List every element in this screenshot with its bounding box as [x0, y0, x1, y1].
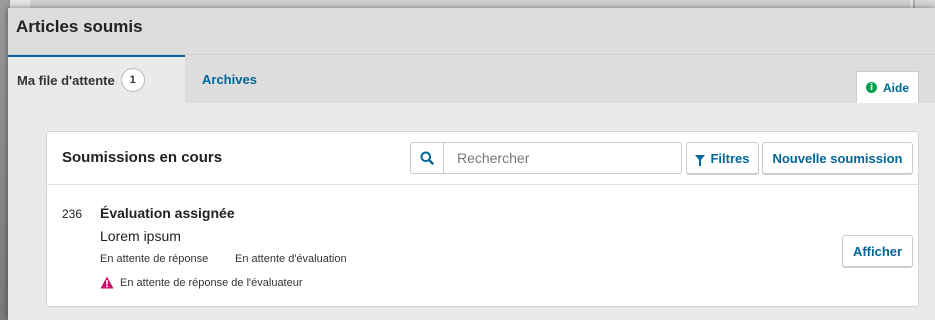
warning-icon: [100, 276, 114, 289]
queue-count-badge: 1: [120, 68, 145, 92]
submission-title: Évaluation assignée: [100, 205, 235, 221]
info-icon: i: [865, 82, 877, 93]
submissions-card: Soumissions en cours Filtres Nouvelle so…: [46, 131, 919, 307]
tab-my-queue-label: Ma file d'attente: [17, 72, 115, 88]
tab-archives-label: Archives: [202, 71, 257, 87]
alert-notice: En attente de réponse de l'évaluateur: [100, 276, 303, 289]
filters-label: Filtres: [710, 150, 750, 166]
new-submission-label: Nouvelle soumission: [772, 150, 903, 166]
card-title: Soumissions en cours: [62, 149, 223, 166]
view-button[interactable]: Afficher: [842, 235, 913, 267]
submissions-panel: Articles soumis Ma file d'attente 1 Arch…: [8, 8, 935, 320]
tab-bar: Ma file d'attente 1 Archives i Aide: [8, 55, 935, 103]
panel-header: Articles soumis: [8, 8, 935, 55]
search-box: [410, 142, 682, 174]
help-button[interactable]: i Aide: [856, 71, 919, 103]
filter-icon: [695, 155, 706, 166]
list-item: 236 Évaluation assignée Lorem ipsum En a…: [47, 185, 918, 308]
help-label: Aide: [882, 80, 909, 95]
view-label: Afficher: [852, 243, 903, 259]
new-submission-button[interactable]: Nouvelle soumission: [762, 142, 913, 174]
page-title: Articles soumis: [16, 17, 143, 36]
search-input[interactable]: [444, 143, 681, 173]
status-awaiting-review: En attente d'évaluation: [235, 253, 347, 265]
filters-button[interactable]: Filtres: [686, 142, 759, 174]
alert-text: En attente de réponse de l'évaluateur: [120, 276, 303, 289]
tab-my-queue[interactable]: Ma file d'attente 1: [8, 55, 185, 103]
search-icon[interactable]: [411, 143, 444, 173]
submission-id: 236: [62, 207, 83, 221]
tab-archives[interactable]: Archives: [196, 55, 257, 103]
submission-subtitle: Lorem ipsum: [100, 228, 181, 244]
card-header: Soumissions en cours Filtres Nouvelle so…: [47, 132, 918, 185]
status-awaiting-response: En attente de réponse: [100, 253, 209, 265]
